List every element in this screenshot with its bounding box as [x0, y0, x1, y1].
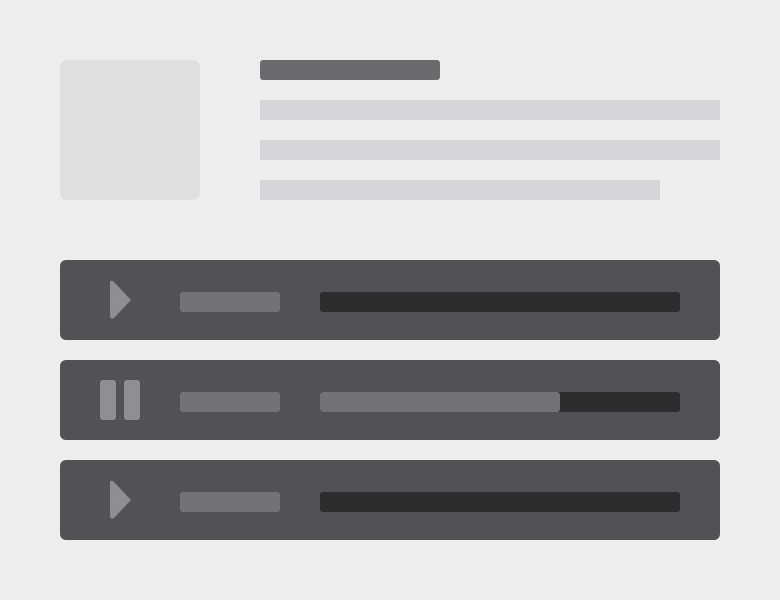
track-label-placeholder: [180, 492, 280, 512]
track-label-placeholder: [180, 392, 280, 412]
play-button[interactable]: [100, 480, 140, 520]
play-icon: [110, 480, 131, 519]
play-button[interactable]: [100, 280, 140, 320]
pause-icon: [100, 380, 140, 420]
progress-fill: [320, 392, 560, 412]
progress-bar[interactable]: [320, 392, 680, 412]
text-line-placeholder: [260, 140, 720, 160]
title-placeholder: [260, 60, 440, 80]
track-row: [60, 260, 720, 340]
progress-bar[interactable]: [320, 292, 680, 312]
text-line-placeholder: [260, 100, 720, 120]
text-line-placeholder: [260, 180, 660, 200]
track-row: [60, 360, 720, 440]
play-icon: [110, 280, 131, 319]
album-art-placeholder: [60, 60, 200, 200]
track-row: [60, 460, 720, 540]
pause-button[interactable]: [100, 380, 140, 420]
media-card: [0, 0, 780, 600]
track-label-placeholder: [180, 292, 280, 312]
progress-bar[interactable]: [320, 492, 680, 512]
